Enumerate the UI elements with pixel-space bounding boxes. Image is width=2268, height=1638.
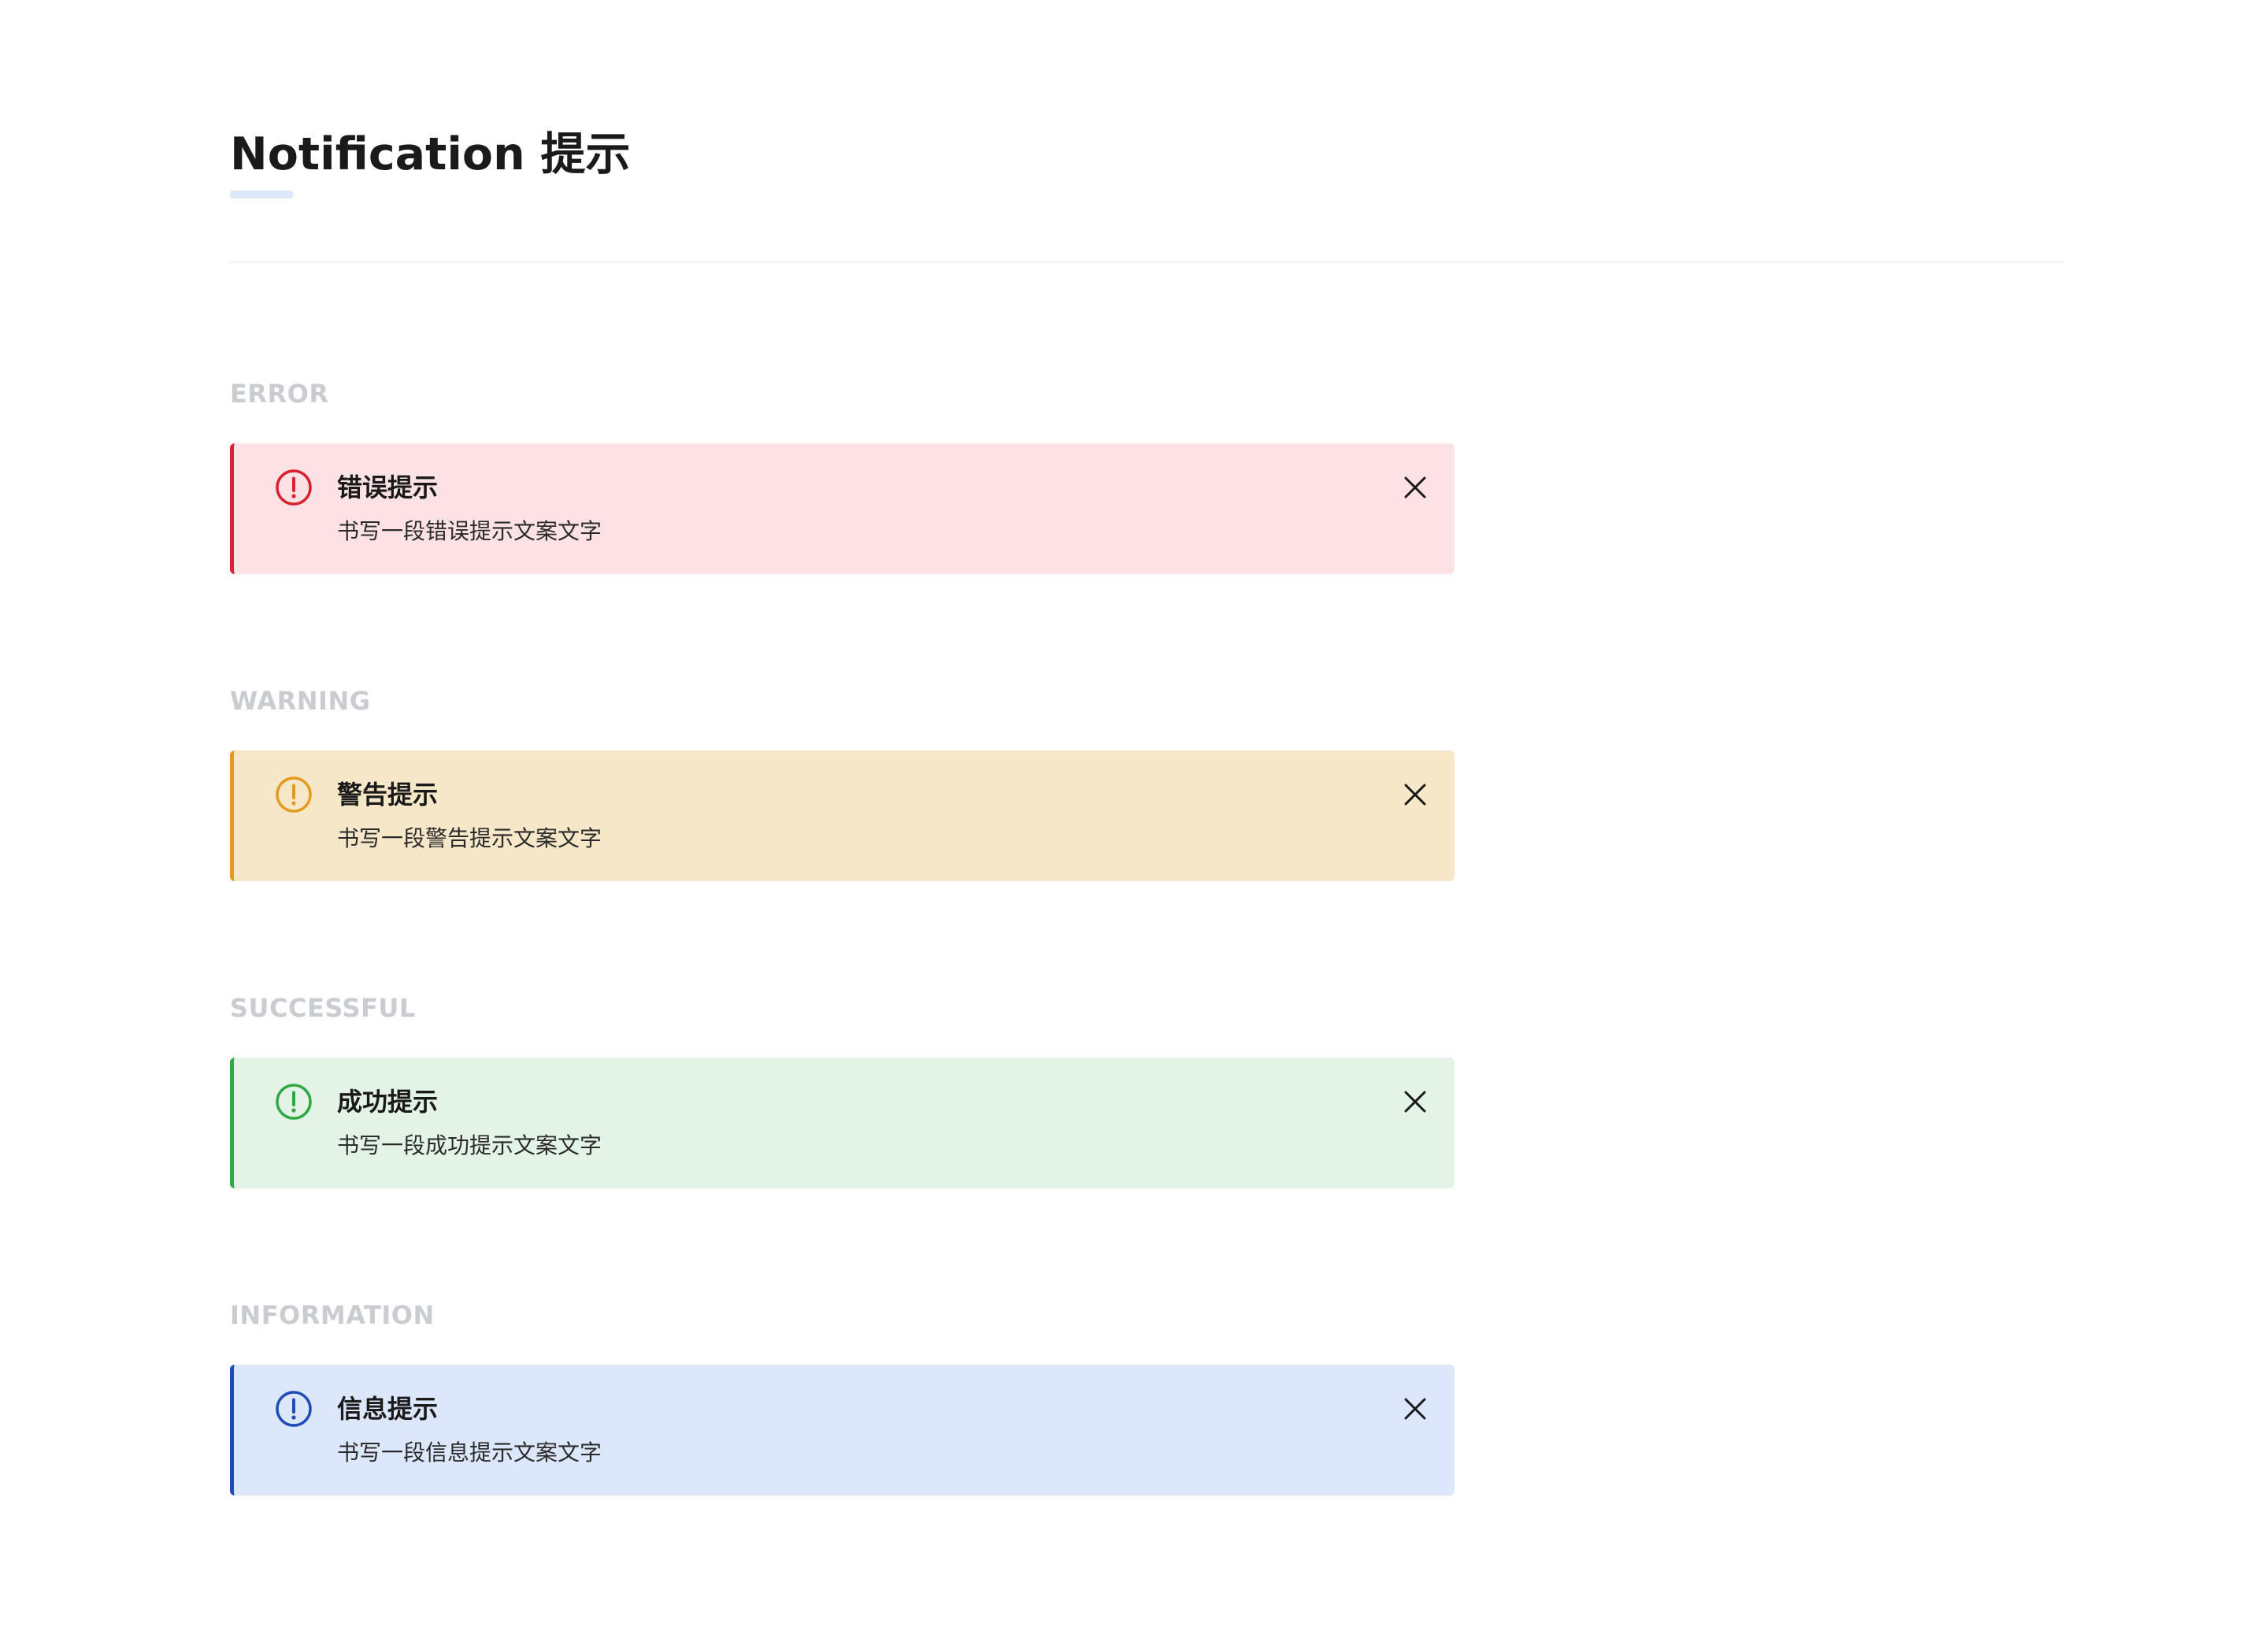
alert-title: 错误提示 [337, 472, 439, 502]
close-icon[interactable] [1399, 1086, 1431, 1117]
info-alert: 信息提示 书写一段信息提示文案文字 [230, 1365, 1455, 1495]
section-label: ERROR [230, 379, 329, 409]
page-title: Notification 提示 [230, 128, 631, 180]
alert-message: 书写一段信息提示文案文字 [337, 1440, 602, 1466]
exclamation-circle-icon [275, 1083, 313, 1121]
alert-title: 成功提示 [337, 1087, 439, 1117]
title-underline [230, 191, 293, 198]
success-alert: 成功提示 书写一段成功提示文案文字 [230, 1058, 1455, 1188]
warning-alert: 警告提示 书写一段警告提示文案文字 [230, 750, 1455, 881]
alert-title: 警告提示 [337, 780, 439, 810]
alert-message: 书写一段成功提示文案文字 [337, 1132, 602, 1158]
alert-title: 信息提示 [337, 1394, 439, 1424]
exclamation-circle-icon [275, 1390, 313, 1428]
error-alert: 错误提示 书写一段错误提示文案文字 [230, 443, 1455, 574]
exclamation-circle-icon [275, 469, 313, 506]
alert-message: 书写一段错误提示文案文字 [337, 518, 602, 544]
exclamation-circle-icon [275, 776, 313, 813]
alert-message: 书写一段警告提示文案文字 [337, 825, 602, 851]
header-divider [230, 261, 2065, 263]
section-label: SUCCESSFUL [230, 993, 416, 1023]
close-icon[interactable] [1399, 1393, 1431, 1425]
section-label: WARNING [230, 686, 371, 716]
close-icon[interactable] [1399, 779, 1431, 810]
section-label: INFORMATION [230, 1300, 435, 1330]
close-icon[interactable] [1399, 472, 1431, 503]
